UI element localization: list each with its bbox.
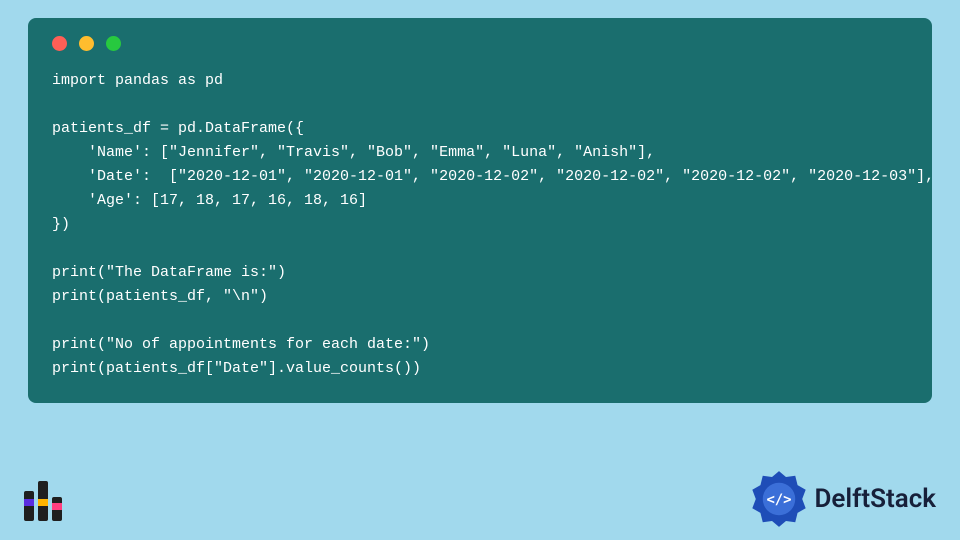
brand-logo: </> DelftStack bbox=[750, 470, 936, 528]
footer: </> DelftStack bbox=[24, 470, 936, 528]
logo-bar bbox=[38, 481, 48, 521]
svg-text:</>: </> bbox=[767, 492, 792, 508]
window-minimize-dot bbox=[79, 36, 94, 51]
window-maximize-dot bbox=[106, 36, 121, 51]
window-controls bbox=[52, 36, 908, 51]
code-window: import pandas as pd patients_df = pd.Dat… bbox=[28, 18, 932, 403]
gear-code-icon: </> bbox=[750, 470, 808, 528]
window-close-dot bbox=[52, 36, 67, 51]
logo-bar bbox=[24, 491, 34, 521]
logo-bar bbox=[52, 497, 62, 521]
left-logo bbox=[24, 477, 62, 521]
code-block: import pandas as pd patients_df = pd.Dat… bbox=[52, 69, 908, 381]
brand-name: DelftStack bbox=[814, 484, 936, 514]
